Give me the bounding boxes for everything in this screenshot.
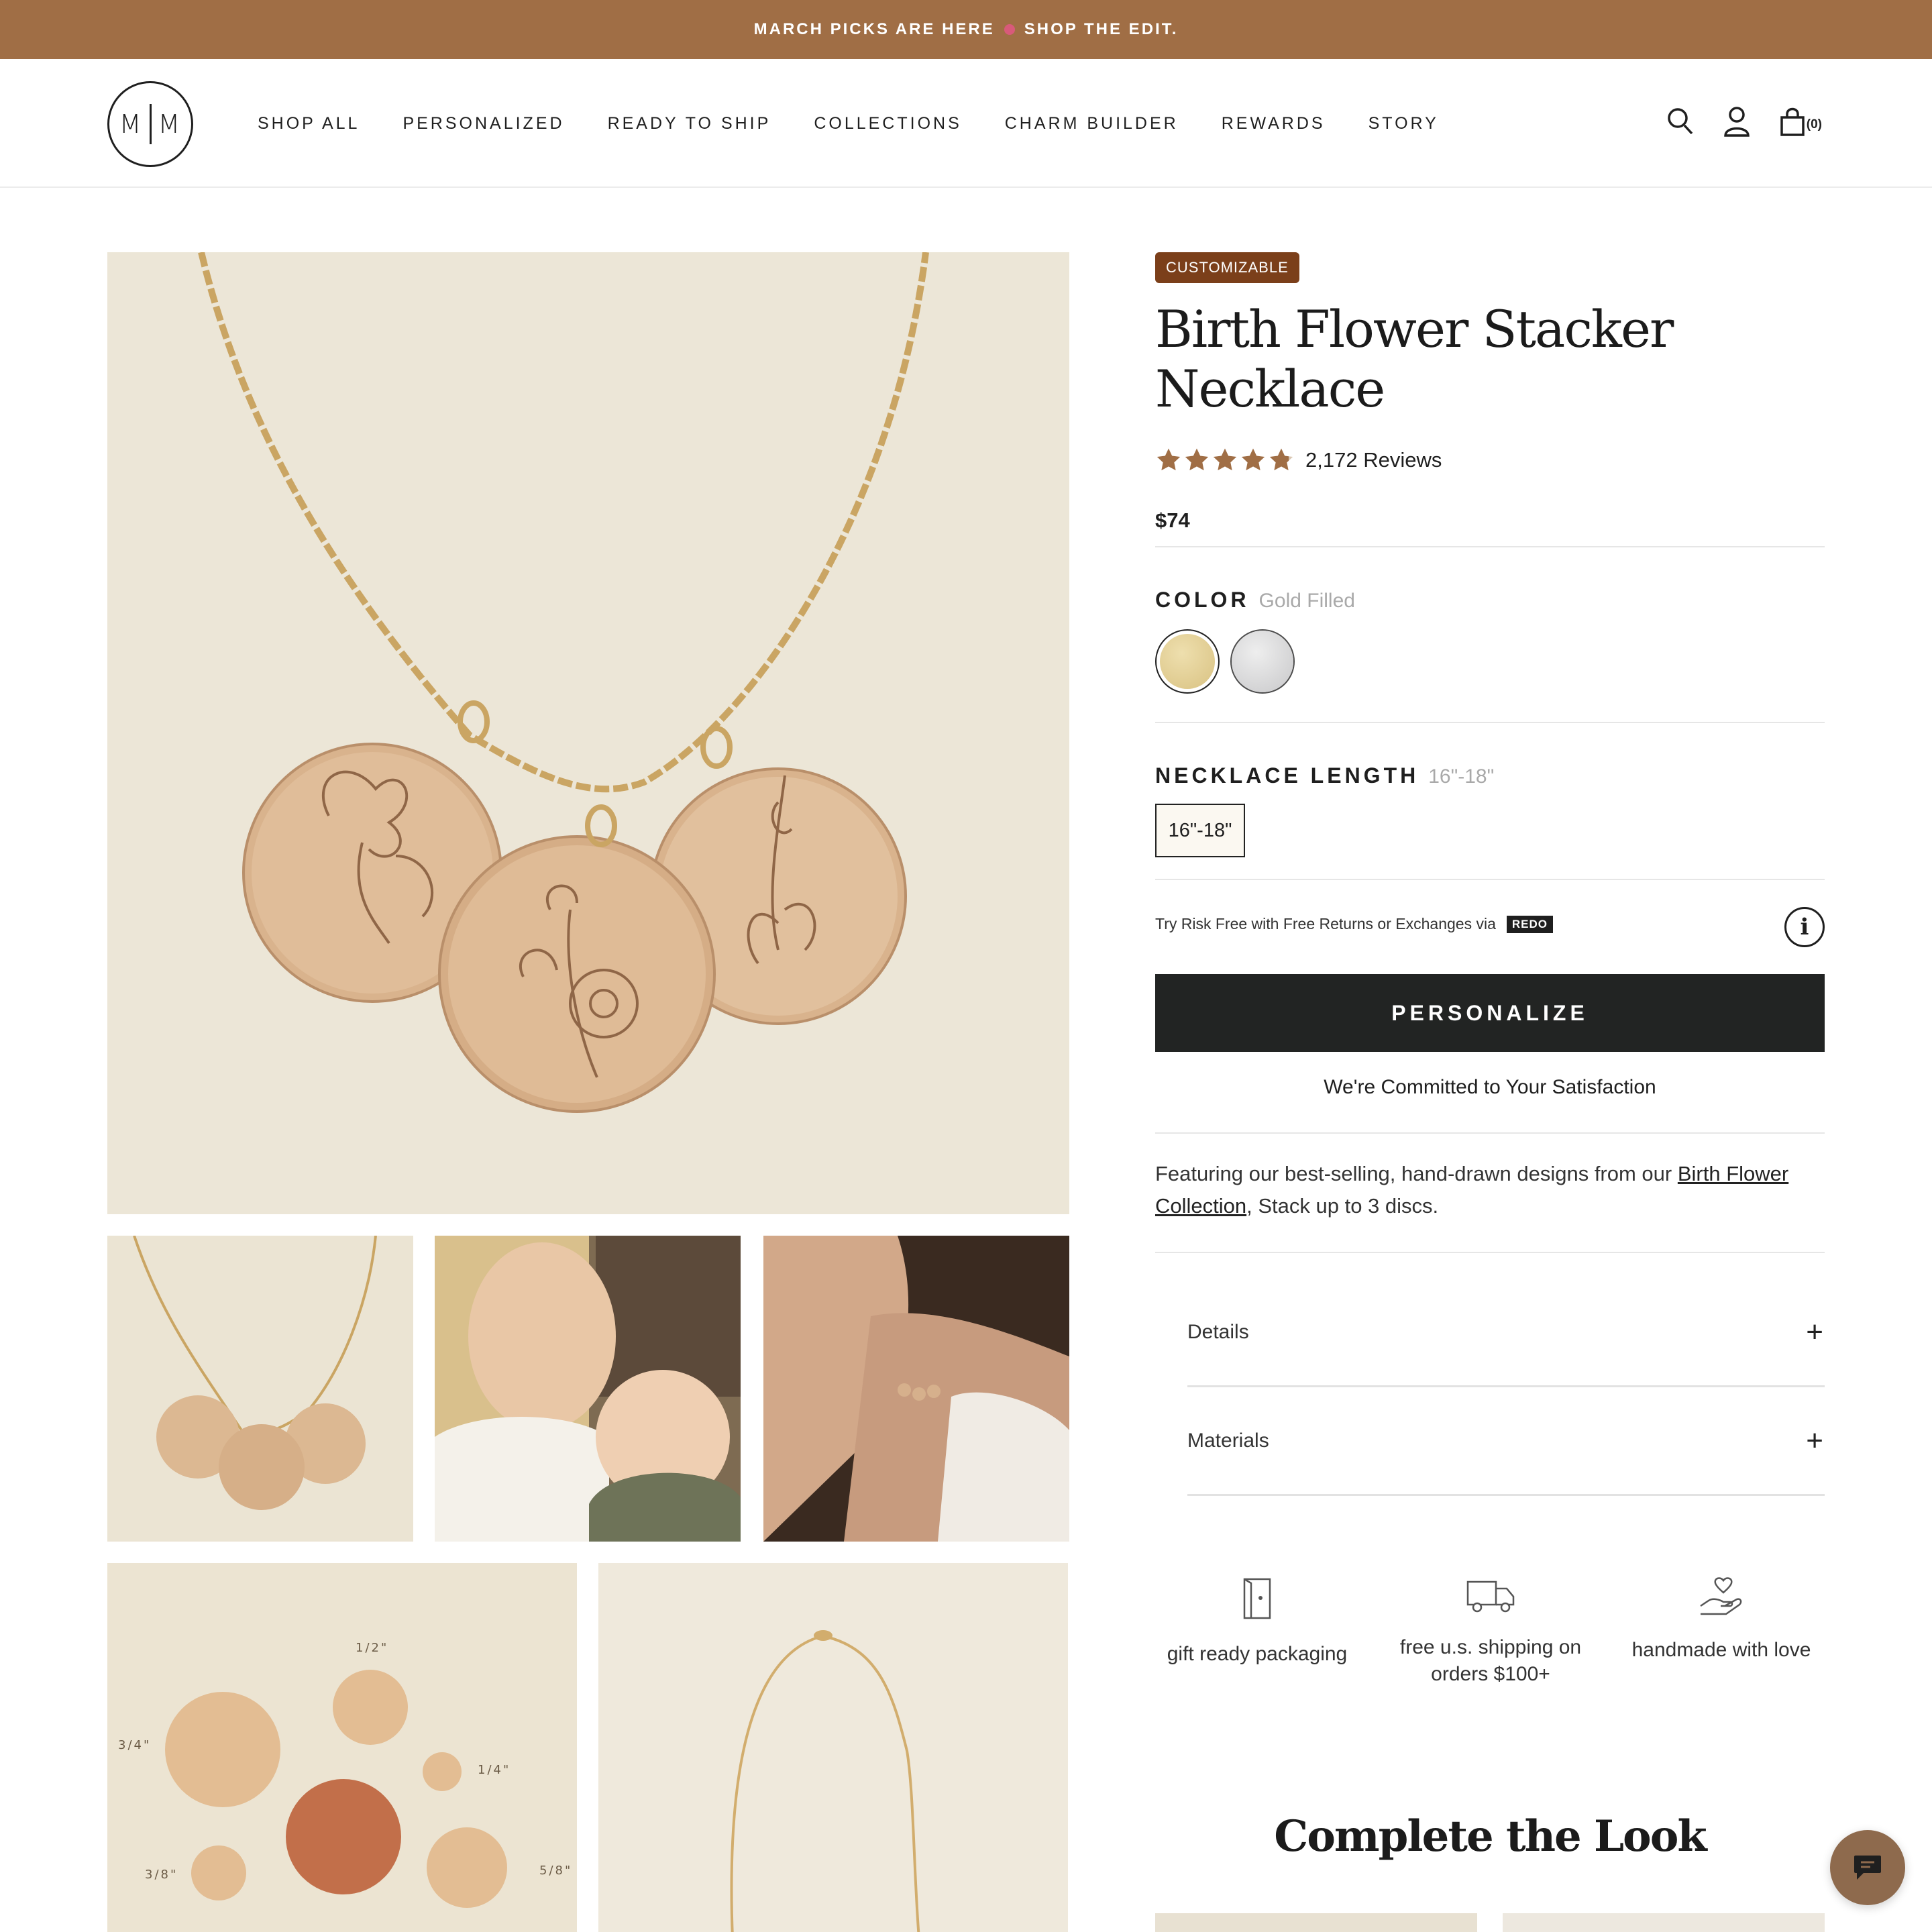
flower-emoji-icon (1004, 24, 1015, 35)
logo-letter-right: M (158, 109, 182, 139)
personalize-button[interactable]: PERSONALIZE (1155, 974, 1825, 1052)
length-option-label: NECKLACE LENGTH 16"-18" (1155, 763, 1494, 788)
complete-the-look-heading: Complete the Look (1274, 1811, 1707, 1862)
size-label-three-quarter: 3/4" (118, 1738, 151, 1752)
thumbnail-lifestyle-closeup[interactable] (763, 1236, 1069, 1542)
product-description: Featuring our best-selling, hand-drawn d… (1155, 1158, 1825, 1222)
customizable-badge: CUSTOMIZABLE (1155, 252, 1299, 283)
hand-heart-icon (1700, 1577, 1742, 1615)
desc-text-end: , Stack up to 3 discs. (1246, 1194, 1439, 1218)
star-half-icon (1269, 448, 1293, 471)
disc-size-comparison: 1/2" 3/4" 1/4" 3/8" 5/8" (107, 1563, 577, 1932)
swatch-gold-fill (1160, 634, 1215, 689)
nav-personalized[interactable]: PERSONALIZED (402, 114, 564, 133)
color-option-label: COLOR Gold Filled (1155, 588, 1355, 612)
truck-icon (1466, 1580, 1515, 1613)
gift-box-icon (1243, 1578, 1271, 1619)
divider (1155, 546, 1825, 547)
star-icon (1241, 448, 1265, 471)
feature-text: gift ready packaging (1167, 1643, 1348, 1665)
length-selected-value: 16"-18" (1428, 765, 1495, 788)
user-icon[interactable] (1723, 106, 1750, 137)
announcement-link[interactable]: SHOP THE EDIT. (1024, 20, 1179, 39)
product-info: CUSTOMIZABLE Birth Flower Stacker Neckla… (1155, 252, 1825, 533)
search-icon[interactable] (1667, 107, 1694, 136)
accordion-details[interactable]: Details + (1187, 1279, 1825, 1387)
thumb-necklace-image (107, 1236, 413, 1542)
cart-count: (0) (1806, 117, 1822, 131)
divider (1155, 722, 1825, 723)
nav-charm-builder[interactable]: CHARM BUILDER (1005, 114, 1179, 133)
swatch-silver-fill (1232, 631, 1293, 692)
nav-story[interactable]: STORY (1368, 114, 1439, 133)
info-icon[interactable]: i (1784, 907, 1825, 947)
product-title: Birth Flower Stacker Necklace (1155, 299, 1674, 419)
feature-free-shipping: free u.s. shipping on orders $100+ (1390, 1576, 1591, 1688)
divider (1155, 879, 1825, 880)
chat-bubble-icon (1854, 1856, 1881, 1880)
accordion-materials[interactable]: Materials + (1187, 1387, 1825, 1496)
color-label: COLOR (1155, 588, 1250, 612)
divider (1155, 1132, 1825, 1134)
size-chart-image[interactable]: 1/2" 3/4" 1/4" 3/8" 5/8" (107, 1563, 577, 1932)
announcement-bar[interactable]: MARCH PICKS ARE HERE SHOP THE EDIT. (0, 0, 1932, 59)
redo-logo: REDO (1506, 915, 1553, 933)
size-label-half: 1/2" (356, 1641, 388, 1655)
nav-collections[interactable]: COLLECTIONS (814, 114, 961, 133)
bag-icon (1780, 107, 1805, 136)
star-icon (1213, 448, 1237, 471)
swatch-gold-filled[interactable] (1155, 629, 1220, 694)
chat-button[interactable] (1830, 1830, 1905, 1905)
main-nav: SHOP ALL PERSONALIZED READY TO SHIP COLL… (258, 59, 1439, 188)
accordion-details-label: Details (1187, 1320, 1249, 1343)
feature-gift-packaging: gift ready packaging (1157, 1576, 1358, 1668)
divider (1155, 1252, 1825, 1253)
size-label-three-eighths: 3/8" (145, 1868, 178, 1882)
review-count[interactable]: 2,172 Reviews (1305, 448, 1442, 472)
nav-shop-all[interactable]: SHOP ALL (258, 114, 360, 133)
nav-rewards[interactable]: REWARDS (1222, 114, 1326, 133)
thumbnail-lifestyle-mother-baby[interactable] (435, 1236, 741, 1542)
feature-text: handmade with love (1631, 1639, 1811, 1661)
length-label: NECKLACE LENGTH (1155, 763, 1419, 788)
product-price: $74 (1155, 508, 1190, 532)
length-option-16-18[interactable]: 16"-18" (1155, 804, 1245, 857)
thumb-closeup-image (763, 1236, 1069, 1542)
accordion-materials-label: Materials (1187, 1429, 1269, 1452)
plus-icon: + (1806, 1315, 1823, 1348)
necklace-illustration (107, 252, 1069, 1214)
size-label-quarter: 1/4" (478, 1763, 511, 1777)
cart-button[interactable]: (0) (1780, 107, 1822, 136)
star-rating (1155, 447, 1295, 474)
announcement-text: MARCH PICKS ARE HERE (753, 20, 995, 38)
rating-row[interactable]: 2,172 Reviews (1155, 447, 1825, 474)
color-selected-value: Gold Filled (1258, 590, 1355, 612)
returns-info: Try Risk Free with Free Returns or Excha… (1155, 915, 1553, 933)
thumb-lifestyle-image (435, 1236, 741, 1542)
satisfaction-commitment[interactable]: We're Committed to Your Satisfaction (1155, 1076, 1825, 1099)
feature-text: free u.s. shipping on orders $100+ (1399, 1636, 1582, 1685)
chain-length-image[interactable] (598, 1563, 1068, 1932)
returns-text: Try Risk Free with Free Returns or Excha… (1155, 915, 1496, 932)
thumbnail-necklace[interactable] (107, 1236, 413, 1542)
logo-letter-left: M (119, 109, 143, 139)
swatch-sterling-silver[interactable] (1230, 629, 1295, 694)
plus-icon: + (1806, 1424, 1823, 1457)
logo-divider (149, 104, 152, 144)
desc-text: Featuring our best-selling, hand-drawn d… (1155, 1162, 1678, 1185)
star-icon (1185, 448, 1209, 471)
nav-ready-to-ship[interactable]: READY TO SHIP (608, 114, 771, 133)
size-label-five-eighths: 5/8" (539, 1864, 572, 1878)
logo[interactable]: M M (107, 81, 193, 167)
complete-look-product-card[interactable] (1155, 1913, 1477, 1932)
complete-look-product-card[interactable] (1503, 1913, 1825, 1932)
header-actions: (0) (1667, 106, 1822, 137)
chain-illustration (598, 1563, 1068, 1932)
site-header: M M SHOP ALL PERSONALIZED READY TO SHIP … (0, 59, 1932, 188)
product-main-image[interactable] (107, 252, 1069, 1214)
star-icon (1157, 448, 1181, 471)
feature-handmade: handmade with love (1621, 1576, 1822, 1664)
